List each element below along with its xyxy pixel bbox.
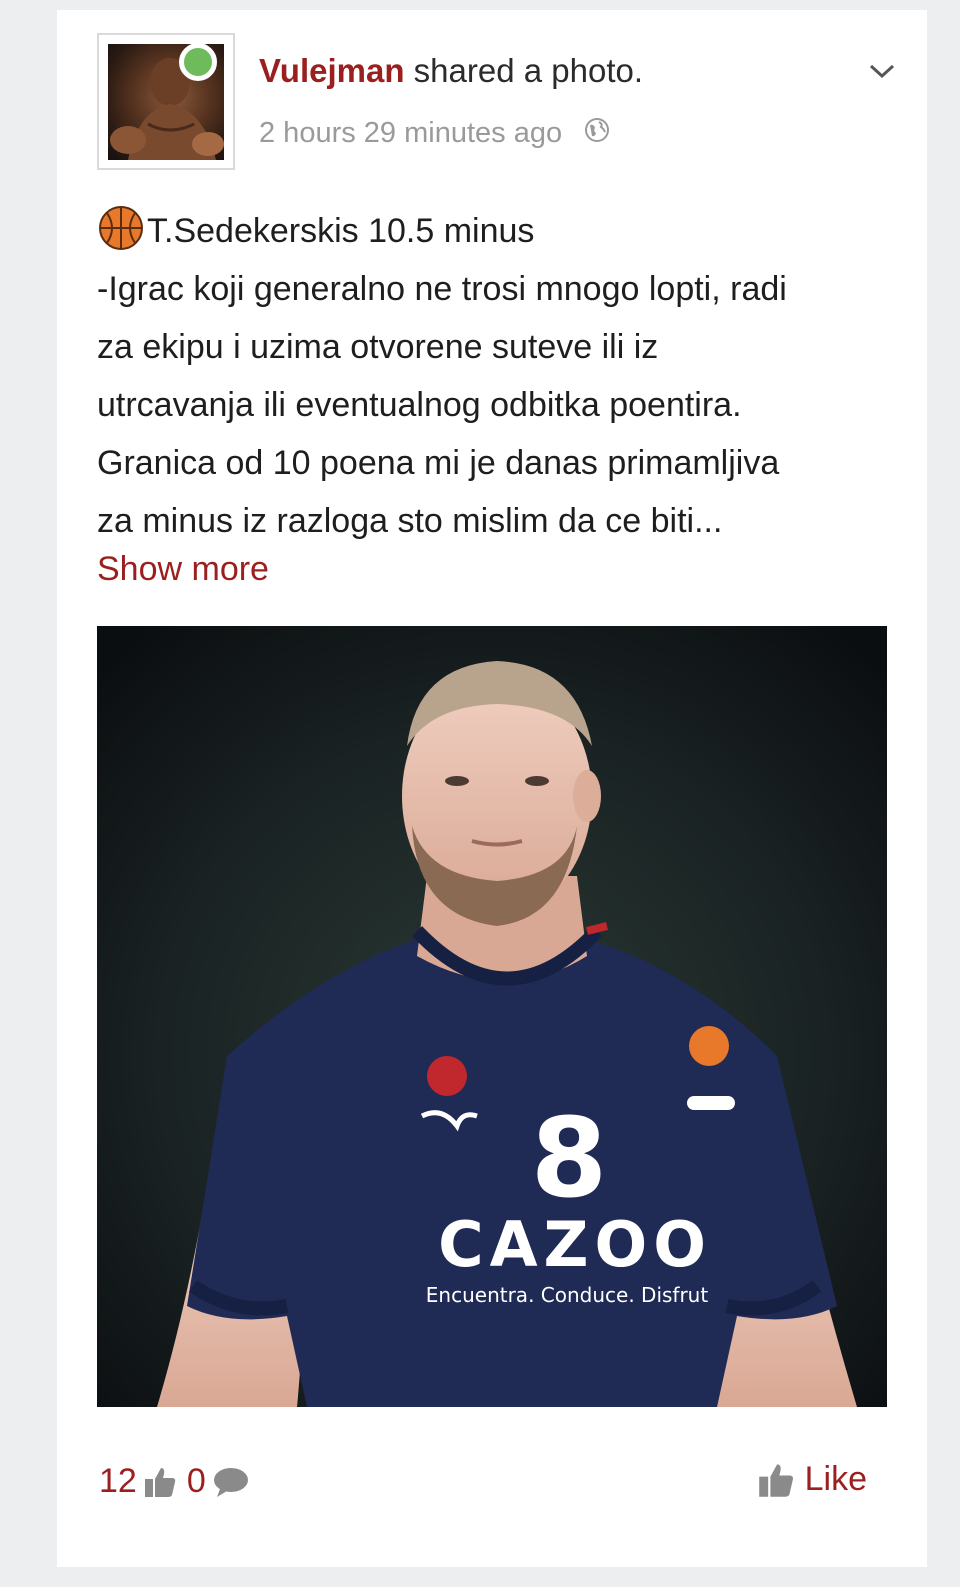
post-text-line: Granica od 10 poena mi je danas primamlj… bbox=[97, 444, 780, 482]
jersey-sponsor: CAZOO bbox=[438, 1208, 712, 1281]
post-body: T.Sedekerskis 10.5 minus -Igrac koji gen… bbox=[97, 202, 897, 550]
post-text-line: -Igrac koji generalno ne trosi mnogo lop… bbox=[97, 270, 787, 308]
post-timestamp[interactable]: 2 hours 29 minutes ago bbox=[259, 117, 562, 149]
show-more-link[interactable]: Show more bbox=[97, 550, 269, 589]
chevron-down-icon[interactable] bbox=[867, 60, 897, 82]
post-text-line: za ekipu i uzima otvorene suteve ili iz bbox=[97, 328, 659, 366]
post-text-line: za minus iz razloga sto mislim da ce bit… bbox=[97, 502, 723, 540]
post-photo[interactable]: 8 CAZOO Encuentra. Conduce. Disfrut bbox=[97, 626, 887, 1407]
globe-icon bbox=[584, 117, 610, 151]
jersey-tagline: Encuentra. Conduce. Disfrut bbox=[426, 1283, 709, 1307]
reaction-summary: 12 0 bbox=[99, 1462, 260, 1501]
post-action-text: shared a photo. bbox=[413, 52, 644, 89]
basketball-icon bbox=[97, 204, 145, 252]
thumbs-up-icon bbox=[144, 1467, 176, 1497]
comment-icon bbox=[213, 1467, 248, 1497]
feed-post-card: Vulejman shared a photo. 2 hours 29 minu… bbox=[57, 10, 927, 1567]
like-count[interactable]: 12 bbox=[99, 1462, 137, 1501]
post-text-line: T.Sedekerskis 10.5 minus bbox=[97, 202, 897, 260]
thumbs-up-icon bbox=[758, 1463, 793, 1497]
author-name-link[interactable]: Vulejman bbox=[259, 52, 405, 89]
like-button-label: Like bbox=[804, 1460, 867, 1498]
post-timestamp-row: 2 hours 29 minutes ago bbox=[259, 117, 610, 151]
comment-count[interactable]: 0 bbox=[187, 1462, 206, 1501]
post-text-line: utrcavanja ili eventualnog odbitka poent… bbox=[97, 386, 742, 424]
like-button[interactable]: Like bbox=[757, 1460, 867, 1499]
author-avatar[interactable] bbox=[97, 33, 235, 170]
online-status-dot bbox=[179, 43, 217, 81]
post-header: Vulejman shared a photo. bbox=[259, 52, 643, 90]
jersey-number: 8 bbox=[531, 1094, 608, 1222]
